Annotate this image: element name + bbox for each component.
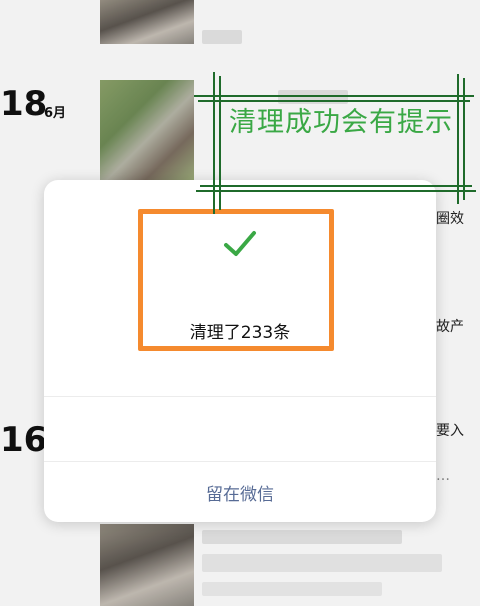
divider — [44, 396, 436, 397]
annotation-text: 清理成功会有提示 — [229, 107, 453, 138]
highlight-box — [138, 209, 334, 351]
stay-in-wechat-button[interactable]: 留在微信 — [44, 462, 436, 522]
